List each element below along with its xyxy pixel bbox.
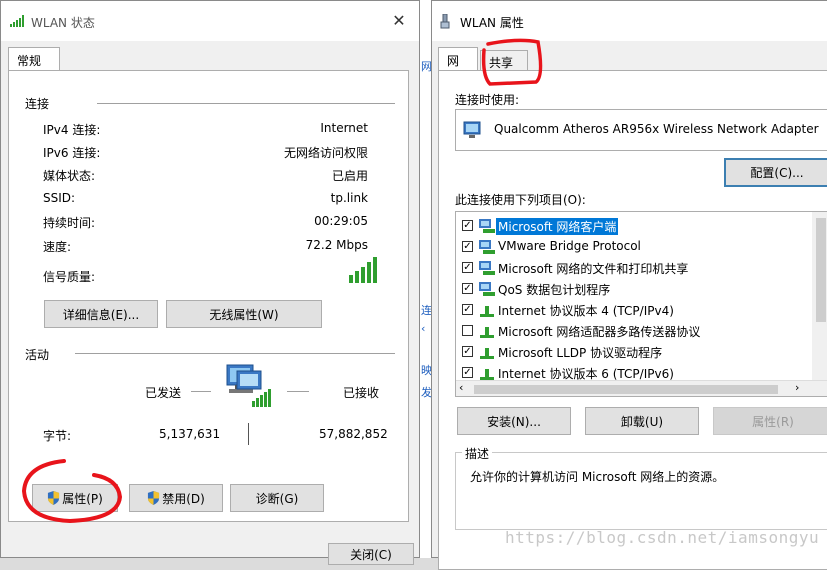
speed-value: 72.2 Mbps	[305, 238, 368, 252]
network-client-icon	[479, 261, 495, 275]
network-adapter-icon	[463, 121, 481, 138]
divider	[75, 353, 395, 354]
uac-shield-icon	[48, 491, 60, 505]
wireless-properties-button[interactable]: 无线属性(W)	[166, 300, 322, 328]
items-label: 此连接使用下列项目(O):	[455, 193, 586, 207]
description-label: 描述	[462, 445, 493, 462]
background-window-fragment: ‹	[421, 322, 426, 335]
checkbox[interactable]: ✓	[462, 304, 473, 315]
checkbox[interactable]	[462, 325, 473, 336]
divider	[248, 423, 249, 445]
item-label: Microsoft 网络客户端	[496, 218, 619, 235]
install-button[interactable]: 安装(N)...	[457, 407, 571, 435]
item-label: Microsoft LLDP 协议驱动程序	[498, 346, 663, 360]
watermark: https://blog.csdn.net/iamsongyu	[505, 528, 820, 547]
ssid-label: SSID:	[43, 191, 76, 205]
checkbox[interactable]: ✓	[462, 346, 473, 357]
protocol-icon	[480, 306, 494, 317]
bytes-received-value: 57,882,852	[319, 427, 388, 441]
protocol-icon	[480, 327, 494, 338]
item-label: QoS 数据包计划程序	[498, 283, 611, 297]
close-icon[interactable]: ✕	[389, 11, 409, 31]
duration-label: 持续时间:	[43, 216, 96, 230]
scrollbar-thumb[interactable]	[816, 218, 826, 322]
horizontal-scrollbar[interactable]: ‹ ›	[456, 380, 827, 396]
connection-section-label: 连接	[25, 97, 50, 111]
general-panel: 连接 IPv4 连接: Internet IPv6 连接: 无网络访问权限 媒体…	[8, 70, 409, 522]
network-computers-icon	[226, 364, 271, 407]
network-client-icon	[479, 219, 495, 233]
divider	[287, 391, 309, 392]
divider	[97, 103, 395, 104]
properties-titlebar: WLAN 属性	[432, 1, 827, 41]
checkbox[interactable]: ✓	[462, 262, 473, 273]
description-group: 描述 允许你的计算机访问 Microsoft 网络上的资源。	[455, 445, 827, 530]
adapter-box: Qualcomm Atheros AR956x Wireless Network…	[455, 109, 827, 151]
protocol-icon	[480, 348, 494, 359]
adapter-name: Qualcomm Atheros AR956x Wireless Network…	[494, 122, 819, 136]
close-button[interactable]: 关闭(C)	[328, 543, 414, 565]
properties-button-label: 属性(P)	[62, 492, 103, 506]
sent-label: 已发送	[145, 386, 182, 400]
tab-general[interactable]: 常规	[8, 47, 60, 71]
item-label: Microsoft 网络适配器多路传送器协议	[498, 325, 701, 339]
media-state-label: 媒体状态:	[43, 169, 96, 183]
wlan-status-window: WLAN 状态 ✕ 常规 连接 IPv4 连接: Internet IPv6 连…	[0, 0, 420, 565]
status-titlebar: WLAN 状态 ✕	[1, 1, 419, 41]
diagnose-button[interactable]: 诊断(G)	[230, 484, 324, 512]
tab-sharing[interactable]: 共享	[480, 50, 528, 71]
components-list: ✓ Microsoft 网络客户端 ✓ VMware Bridge Protoc…	[455, 211, 827, 397]
speed-label: 速度:	[43, 240, 72, 254]
bytes-label: 字节:	[43, 429, 72, 443]
item-label: VMware Bridge Protocol	[498, 239, 641, 253]
network-client-icon	[479, 282, 495, 296]
network-panel: 连接时使用: Qualcomm Atheros AR956x Wireless …	[438, 70, 827, 570]
disable-button-label: 禁用(D)	[162, 492, 205, 506]
signal-quality-label: 信号质量:	[43, 270, 96, 284]
window-title: WLAN 属性	[460, 16, 524, 30]
checkbox[interactable]: ✓	[462, 220, 473, 231]
scrollbar-thumb[interactable]	[474, 385, 778, 394]
bytes-sent-value: 5,137,631	[159, 427, 221, 441]
ipv6-label: IPv6 连接:	[43, 146, 101, 160]
vertical-scrollbar[interactable]	[812, 212, 827, 380]
duration-value: 00:29:05	[314, 214, 368, 228]
uac-shield-icon	[148, 491, 160, 505]
network-client-icon	[479, 240, 495, 254]
tab-network[interactable]: 网络	[438, 47, 478, 85]
scroll-left-icon[interactable]: ‹	[459, 381, 463, 394]
scroll-right-icon[interactable]: ›	[795, 381, 799, 394]
received-label: 已接收	[343, 386, 380, 400]
uninstall-button[interactable]: 卸载(U)	[585, 407, 699, 435]
ssid-value: tp.link	[330, 191, 368, 205]
configure-button[interactable]: 配置(C)...	[724, 158, 827, 187]
item-label: Internet 协议版本 4 (TCP/IPv4)	[498, 304, 674, 318]
item-label: Microsoft 网络的文件和打印机共享	[498, 262, 689, 276]
item-properties-button[interactable]: 属性(R)	[713, 407, 827, 435]
wifi-signal-icon	[10, 15, 24, 27]
signal-strength-icon	[349, 257, 377, 283]
ipv6-value: 无网络访问权限	[283, 146, 368, 160]
window-title: WLAN 状态	[31, 16, 95, 30]
activity-section-label: 活动	[25, 348, 50, 362]
ipv4-value: Internet	[320, 121, 368, 135]
wlan-properties-window: WLAN 属性 网络 共享 连接时使用: Qualcomm Atheros AR…	[431, 0, 827, 570]
properties-button[interactable]: 属性(P)	[32, 484, 118, 512]
details-button[interactable]: 详细信息(E)...	[44, 300, 158, 328]
background-window-strip	[420, 0, 431, 558]
description-text: 允许你的计算机访问 Microsoft 网络上的资源。	[470, 470, 725, 484]
checkbox[interactable]: ✓	[462, 241, 473, 252]
network-adapter-icon	[440, 14, 450, 29]
ipv4-label: IPv4 连接:	[43, 123, 101, 137]
divider	[191, 391, 211, 392]
media-state-value: 已启用	[331, 169, 368, 183]
checkbox[interactable]: ✓	[462, 283, 473, 294]
checkbox[interactable]: ✓	[462, 367, 473, 378]
disable-button[interactable]: 禁用(D)	[129, 484, 223, 512]
connect-using-label: 连接时使用:	[455, 93, 520, 107]
protocol-icon	[480, 369, 494, 380]
